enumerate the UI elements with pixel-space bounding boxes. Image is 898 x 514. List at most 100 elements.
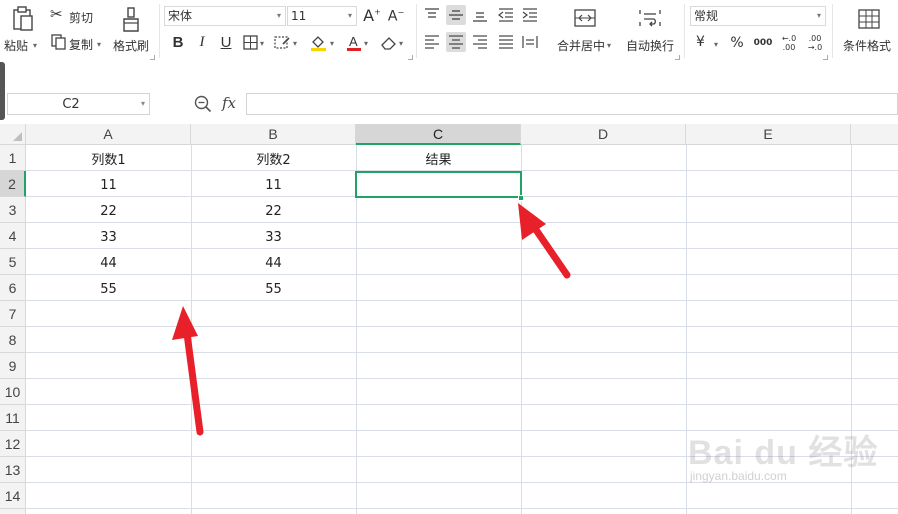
cell-style-button[interactable] (272, 32, 292, 52)
row-header-4[interactable]: 4 (0, 223, 26, 249)
column-header-b[interactable]: B (191, 124, 356, 145)
column-header-e[interactable]: E (686, 124, 851, 145)
cell-b2[interactable]: 11 (191, 178, 356, 193)
chevron-down-icon[interactable]: ▾ (260, 39, 264, 48)
format-painter-button[interactable]: 格式刷 (110, 4, 154, 56)
function-icon[interactable]: fx (222, 94, 236, 112)
column-header-f[interactable] (851, 124, 898, 145)
percent-button[interactable]: % (727, 33, 747, 53)
row-header-9[interactable]: 9 (0, 353, 26, 379)
paste-icon (13, 6, 33, 31)
name-box[interactable]: C2 ▾ (7, 93, 150, 115)
dialog-launcher-icon[interactable] (408, 55, 413, 60)
decrease-decimal-button[interactable]: .00 →.0 (803, 31, 827, 55)
row-header-8[interactable]: 8 (0, 327, 26, 353)
row-header-15[interactable] (0, 509, 26, 514)
row-header-6[interactable]: 6 (0, 275, 26, 301)
align-left-button[interactable] (422, 32, 442, 52)
row-header-12[interactable]: 12 (0, 431, 26, 457)
conditional-format-button[interactable]: 条件格式 (840, 4, 898, 56)
row-header-2[interactable]: 2 (0, 171, 26, 197)
dialog-launcher-icon[interactable] (823, 55, 828, 60)
column-header-a[interactable]: A (26, 124, 191, 145)
borders-button[interactable] (240, 32, 260, 52)
number-format-select[interactable]: 常规 ▾ (690, 6, 826, 26)
align-bottom-button[interactable] (470, 5, 490, 25)
column-header-d[interactable]: D (521, 124, 686, 145)
zoom-icon[interactable] (194, 95, 212, 113)
cell-b6[interactable]: 55 (191, 282, 356, 297)
cell-b5[interactable]: 44 (191, 256, 356, 271)
dialog-launcher-icon[interactable] (675, 55, 680, 60)
formula-input[interactable] (246, 93, 898, 115)
cell-c1[interactable]: 结果 (356, 149, 521, 168)
align-middle-icon (449, 10, 463, 20)
underline-button[interactable]: U (216, 32, 236, 52)
align-center-button[interactable] (446, 32, 466, 52)
italic-button[interactable]: I (192, 32, 212, 52)
chevron-down-icon: ▾ (607, 41, 612, 50)
cell-a1[interactable]: 列数1 (26, 149, 191, 168)
paste-button[interactable]: 粘贴 ▾ (4, 4, 42, 56)
font-name-select[interactable]: 宋体 ▾ (164, 6, 286, 26)
chevron-down-icon[interactable]: ▾ (364, 39, 368, 48)
cell-b3[interactable]: 22 (191, 204, 356, 219)
increase-indent-button[interactable] (520, 5, 540, 25)
distributed-align-button[interactable] (520, 32, 540, 52)
cut-button[interactable]: ✂ 剪切 (48, 6, 100, 26)
fill-color-button[interactable] (308, 32, 328, 52)
font-increase-icon: A+ (363, 6, 381, 25)
cell-a2[interactable]: 11 (26, 178, 191, 193)
wrap-text-button[interactable]: 自动换行 (624, 4, 678, 56)
row-header-5[interactable]: 5 (0, 249, 26, 275)
fill-handle[interactable] (518, 195, 524, 201)
cell-a5[interactable]: 44 (26, 256, 191, 271)
row-header-10[interactable]: 10 (0, 379, 26, 405)
justify-icon (499, 35, 513, 49)
decrease-indent-button[interactable] (496, 5, 516, 25)
cell-a3[interactable]: 22 (26, 204, 191, 219)
decrease-font-size-button[interactable]: A− (386, 6, 406, 26)
align-top-button[interactable] (422, 5, 442, 25)
merge-center-button[interactable]: 合并居中 ▾ (554, 4, 616, 56)
row-header-1[interactable]: 1 (0, 145, 26, 171)
increase-font-size-button[interactable]: A+ (362, 6, 382, 26)
clear-button[interactable] (378, 32, 398, 52)
gridline (26, 326, 898, 327)
thousands-separator-button[interactable]: 000 (752, 33, 774, 53)
chevron-down-icon[interactable]: ▾ (293, 39, 297, 48)
align-middle-button[interactable] (446, 5, 466, 25)
watermark-url: jingyan.baidu.com (690, 469, 787, 483)
side-panel-handle[interactable] (0, 62, 5, 120)
underline-icon: U (220, 33, 232, 51)
row-header-7[interactable]: 7 (0, 301, 26, 327)
active-cell-c2[interactable] (355, 171, 522, 198)
copy-button[interactable]: 复制 ▾ (48, 33, 106, 53)
justify-button[interactable] (496, 32, 516, 52)
chevron-down-icon[interactable]: ▾ (399, 39, 403, 48)
number-format-value: 常规 (694, 9, 719, 23)
row-header-3[interactable]: 3 (0, 197, 26, 223)
bold-button[interactable]: B (168, 32, 188, 52)
cell-b1[interactable]: 列数2 (191, 149, 356, 168)
chevron-down-icon[interactable]: ▾ (141, 99, 145, 108)
font-size-select[interactable]: 11 ▾ (287, 6, 357, 26)
column-header-c[interactable]: C (356, 124, 521, 145)
currency-button[interactable]: ¥ ▾ (694, 33, 724, 53)
row-header-13[interactable]: 13 (0, 457, 26, 483)
cell-b4[interactable]: 33 (191, 230, 356, 245)
eraser-icon (380, 36, 396, 50)
dialog-launcher-icon[interactable] (150, 55, 155, 60)
increase-decimal-icon: ←.0 .00 (781, 34, 797, 52)
cell-a4[interactable]: 33 (26, 230, 191, 245)
chevron-down-icon[interactable]: ▾ (330, 39, 334, 48)
row-header-14[interactable]: 14 (0, 483, 26, 509)
align-right-button[interactable] (470, 32, 490, 52)
font-color-button[interactable]: A (344, 32, 364, 52)
row-header-11[interactable]: 11 (0, 405, 26, 431)
gridline (26, 222, 898, 223)
cell-a6[interactable]: 55 (26, 282, 191, 297)
select-all-button[interactable] (0, 124, 26, 145)
wrap-text-icon (639, 10, 661, 27)
increase-decimal-button[interactable]: ←.0 .00 (777, 31, 801, 55)
